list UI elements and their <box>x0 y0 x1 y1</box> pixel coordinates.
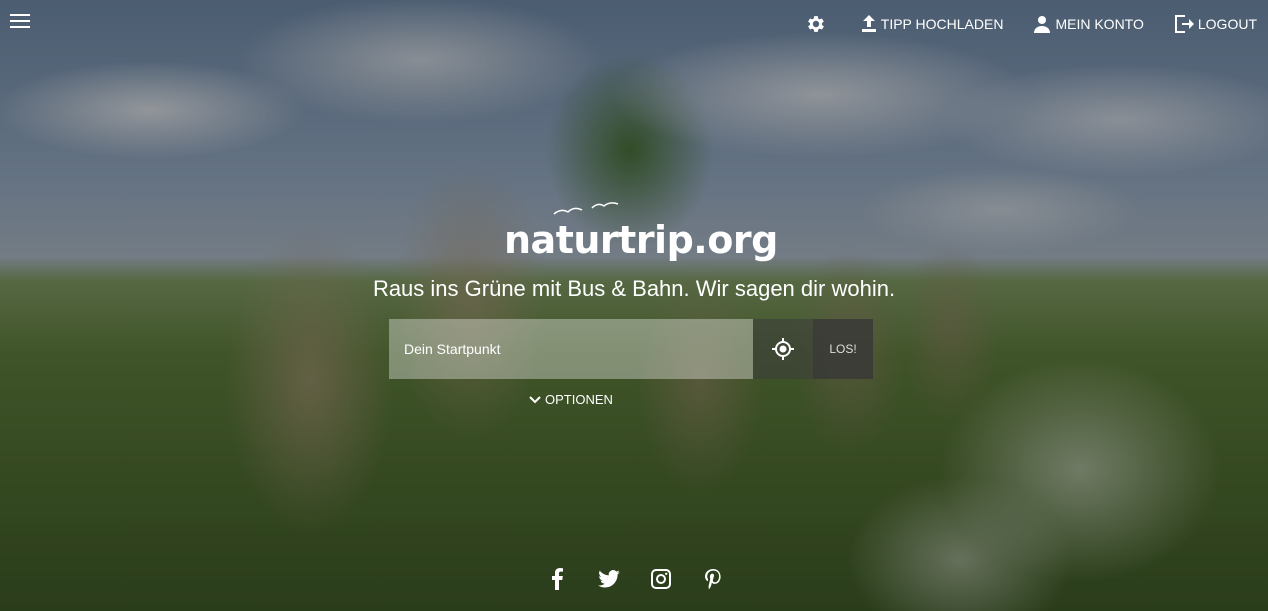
chevron-down-icon <box>529 395 541 403</box>
options-label: OPTIONEN <box>545 392 613 407</box>
settings-button[interactable] <box>805 13 831 35</box>
submit-button[interactable]: LOS! <box>813 319 873 379</box>
upload-tip-button[interactable]: TIPP HOCHLADEN <box>861 15 1004 33</box>
logout-button[interactable]: LOGOUT <box>1174 14 1257 34</box>
birds-icon <box>553 202 619 215</box>
search-bar: LOS! <box>389 319 873 379</box>
twitter-icon[interactable] <box>596 566 622 592</box>
pinterest-icon[interactable] <box>700 566 726 592</box>
account-button[interactable]: MEIN KONTO <box>1033 15 1144 33</box>
social-links <box>544 566 726 592</box>
gear-icon <box>807 16 824 32</box>
options-toggle[interactable]: OPTIONEN <box>529 392 613 407</box>
crosshair-icon <box>772 338 794 360</box>
logout-label: LOGOUT <box>1197 16 1257 32</box>
logout-icon <box>1174 15 1194 33</box>
instagram-icon[interactable] <box>648 566 674 592</box>
start-point-input[interactable] <box>389 319 753 379</box>
hamburger-icon[interactable] <box>10 14 30 30</box>
user-icon <box>1034 16 1051 33</box>
facebook-icon[interactable] <box>544 566 570 592</box>
site-logo[interactable]: naturtrip.org <box>504 200 778 262</box>
upload-icon <box>861 15 876 32</box>
tagline: Raus ins Grüne mit Bus & Bahn. Wir sagen… <box>372 276 896 301</box>
logo-text: naturtrip.org <box>504 218 778 262</box>
background-overlay <box>0 0 1268 611</box>
upload-tip-label: TIPP HOCHLADEN <box>880 16 1004 32</box>
account-label: MEIN KONTO <box>1055 16 1144 32</box>
top-navigation: TIPP HOCHLADEN MEIN KONTO LOGOUT <box>805 13 1257 35</box>
locate-button[interactable] <box>753 319 813 379</box>
